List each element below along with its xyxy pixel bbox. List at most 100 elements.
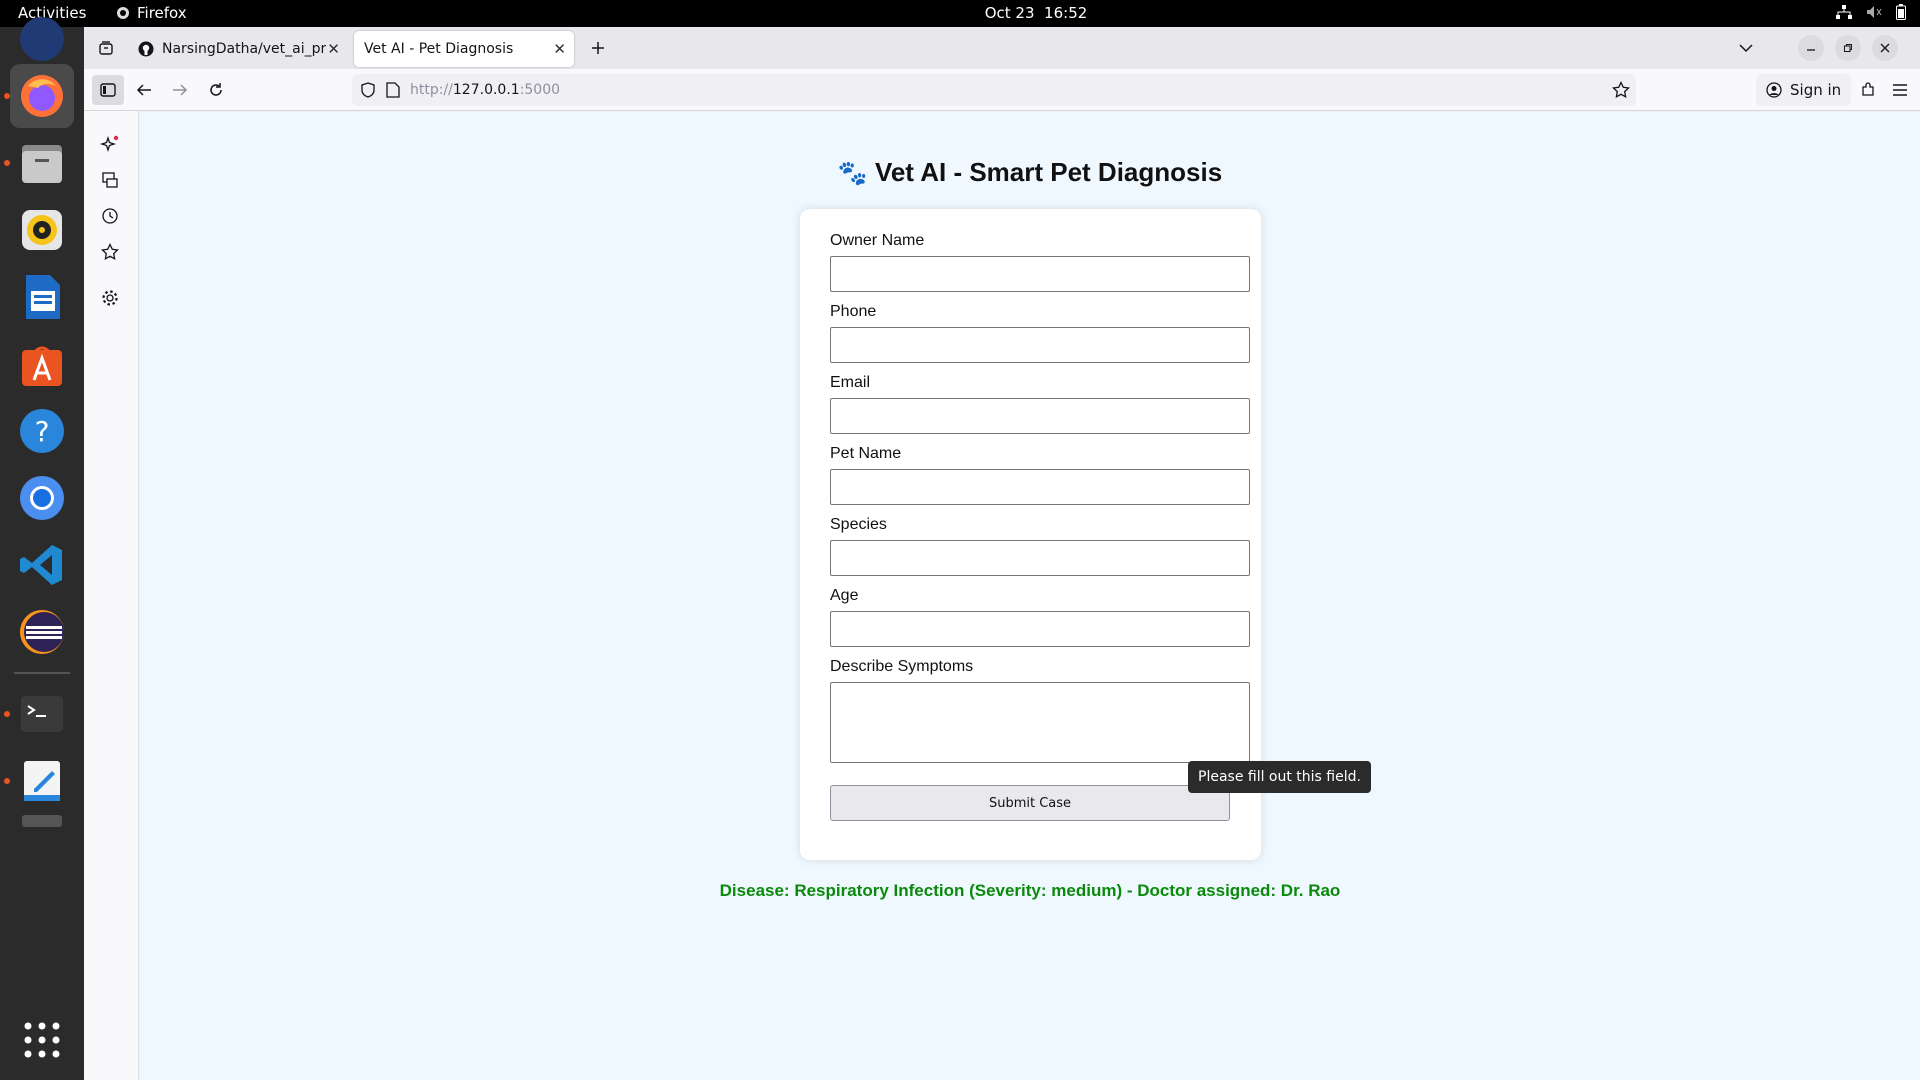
dock-item-rhythmbox[interactable]: [10, 198, 74, 262]
url-text[interactable]: http://127.0.0.1:5000: [410, 82, 560, 98]
tracking-protection-shield-icon[interactable]: [360, 82, 376, 98]
close-window-button[interactable]: [1872, 35, 1898, 61]
dock-item-partial[interactable]: [10, 7, 74, 71]
dock: ?: [0, 17, 84, 1080]
phone-label: Phone: [830, 303, 877, 320]
top-bar: Activities Firefox Oct 23 16:52: [0, 0, 1920, 27]
customize-sidebar-button[interactable]: [96, 284, 124, 312]
dock-item-vscode[interactable]: [10, 533, 74, 597]
tab-overview-icon: [99, 41, 113, 55]
eclipse-icon: [20, 610, 64, 654]
page-title-text: Vet AI - Smart Pet Diagnosis: [874, 157, 1223, 187]
reload-button[interactable]: [200, 75, 232, 105]
tab-github[interactable]: NarsingDatha/vet_ai_pro ✕: [128, 31, 348, 67]
url-host: 127.0.0.1: [452, 82, 520, 98]
page-title: 🐾 Vet AI - Smart Pet Diagnosis: [140, 157, 1920, 188]
extensions-button[interactable]: [1852, 75, 1884, 105]
forward-button[interactable]: [164, 75, 196, 105]
bookmarks-button[interactable]: [96, 238, 124, 266]
tab-title: Vet AI - Pet Diagnosis: [364, 41, 514, 57]
submit-case-button[interactable]: Submit Case: [830, 785, 1230, 821]
symptoms-textarea[interactable]: [830, 682, 1250, 763]
synced-tabs-icon: [102, 172, 118, 188]
bookmarks-star-icon: [101, 243, 119, 261]
app-partial-icon: [22, 815, 62, 827]
tab-bar: NarsingDatha/vet_ai_pro ✕ Vet AI - Pet D…: [84, 27, 1920, 69]
firefox-icon: [21, 75, 63, 117]
dock-item-eclipse[interactable]: [10, 600, 74, 664]
app-menu-button[interactable]: [1884, 75, 1916, 105]
email-input[interactable]: [830, 398, 1250, 434]
navigation-toolbar: http://127.0.0.1:5000 Sign in: [84, 69, 1920, 111]
minimize-icon: [1807, 49, 1815, 51]
restore-button[interactable]: [1835, 35, 1861, 61]
writer-icon: [26, 275, 60, 319]
dock-item-writer[interactable]: [10, 265, 74, 329]
dock-running-indicator: [4, 93, 10, 99]
clock: Oct 23 16:52: [0, 4, 1920, 22]
terminal-icon: [21, 696, 63, 732]
validation-tooltip: Please fill out this field.: [1188, 761, 1371, 793]
github-icon: [138, 41, 154, 57]
puzzle-icon: [1862, 82, 1874, 96]
bookmark-star-icon[interactable]: [1612, 81, 1630, 99]
minimize-button[interactable]: [1798, 35, 1824, 61]
app-partial-icon: [20, 17, 64, 61]
sidebar-toggle-button[interactable]: [92, 75, 124, 105]
close-tab-icon[interactable]: ✕: [327, 40, 340, 58]
species-input[interactable]: [830, 540, 1250, 576]
species-label: Species: [830, 516, 887, 533]
rhythmbox-icon: [22, 210, 62, 250]
symptoms-label: Describe Symptoms: [830, 658, 974, 675]
close-tab-icon[interactable]: ✕: [553, 40, 566, 58]
age-input[interactable]: [830, 611, 1250, 647]
back-button[interactable]: [128, 75, 160, 105]
dock-item-chromium[interactable]: [10, 466, 74, 530]
page-info-icon[interactable]: [386, 82, 400, 98]
paw-icon: 🐾: [837, 160, 868, 187]
firefox-small-icon: [117, 7, 129, 19]
sidebar-icon: [100, 83, 116, 97]
dock-item-terminal[interactable]: [10, 682, 74, 746]
forward-arrow-icon: [173, 84, 188, 96]
account-icon: [1766, 82, 1782, 98]
app-menu[interactable]: Firefox: [116, 4, 187, 22]
dock-running-indicator: [4, 711, 10, 717]
files-icon: [22, 145, 62, 183]
firefox-window: NarsingDatha/vet_ai_pro ✕ Vet AI - Pet D…: [84, 27, 1920, 1080]
dock-item-partial-bottom[interactable]: [10, 797, 74, 827]
pet-name-input[interactable]: [830, 469, 1250, 505]
list-all-tabs-button[interactable]: [1730, 33, 1762, 63]
pet-name-label: Pet Name: [830, 445, 902, 462]
chevron-down-icon: [1739, 44, 1753, 53]
clock-date[interactable]: Oct 23: [985, 4, 1035, 22]
system-tray[interactable]: [1836, 4, 1906, 20]
dock-item-firefox[interactable]: [10, 64, 74, 128]
url-bar[interactable]: http://127.0.0.1:5000: [352, 74, 1636, 106]
ai-chatbot-button[interactable]: [96, 131, 124, 159]
tab-vet-ai[interactable]: Vet AI - Pet Diagnosis ✕: [354, 31, 574, 67]
hamburger-menu-icon: [1893, 84, 1907, 96]
help-icon: ?: [20, 409, 64, 453]
sign-in-button[interactable]: Sign in: [1756, 74, 1852, 106]
sparkle-icon: [100, 135, 119, 153]
plus-icon: [592, 42, 604, 54]
app-center-icon: [22, 346, 62, 386]
tab-overview-button[interactable]: [90, 33, 122, 63]
sign-in-label: Sign in: [1790, 81, 1842, 99]
phone-input[interactable]: [830, 327, 1250, 363]
clock-time[interactable]: 16:52: [1044, 4, 1087, 22]
close-icon: [1880, 43, 1890, 53]
chromium-icon: [20, 476, 64, 520]
synced-tabs-button[interactable]: [96, 166, 124, 194]
new-tab-button[interactable]: [582, 33, 614, 63]
dock-item-help[interactable]: ?: [10, 399, 74, 463]
dock-item-app-center[interactable]: [10, 332, 74, 396]
owner-name-input[interactable]: [830, 256, 1250, 292]
history-button[interactable]: [96, 202, 124, 230]
tab-title: NarsingDatha/vet_ai_pro: [162, 41, 326, 57]
dock-running-indicator: [4, 778, 10, 784]
firefox-sidebar: [84, 111, 139, 1080]
dock-item-files[interactable]: [10, 131, 74, 195]
dock-show-apps[interactable]: [10, 1008, 74, 1072]
